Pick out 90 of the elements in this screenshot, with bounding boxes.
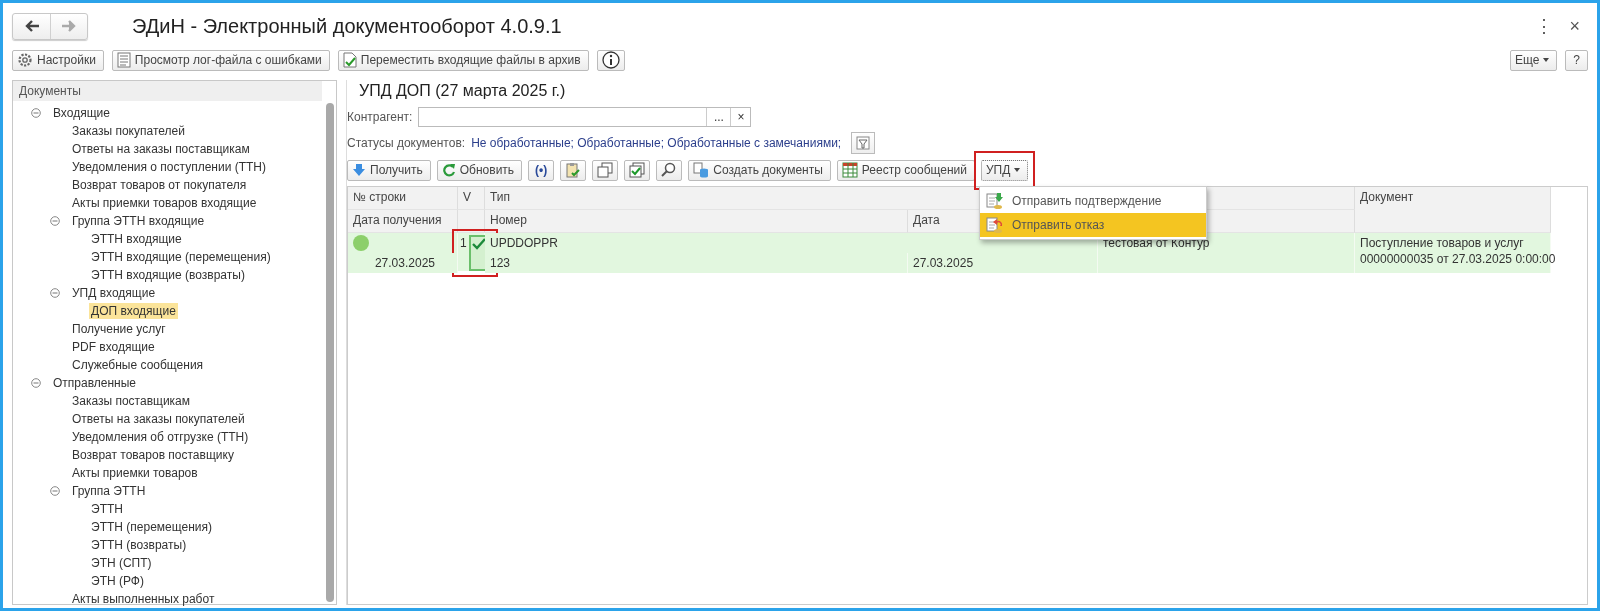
caret-icon [1543, 58, 1550, 62]
database-icon [693, 162, 710, 178]
table-icon [841, 162, 858, 178]
table-cell: UPDDOPPR [485, 233, 1098, 253]
clipboard-icon [565, 162, 582, 178]
table-cell-text: 1 [460, 235, 466, 252]
tree-item[interactable]: Акты приемки товаров входящие [70, 195, 259, 211]
tree-item[interactable]: ЭТН (СПТ) [89, 555, 154, 571]
tree-item[interactable]: PDF входящие [70, 339, 157, 355]
tree-item[interactable]: ЭТТН входящие (возвраты) [89, 267, 247, 283]
tree-item[interactable]: ЭТТН (перемещения) [89, 519, 214, 535]
tree-item[interactable]: УПД входящие [70, 285, 158, 301]
menu-item[interactable]: Отправить отказ [980, 212, 1206, 237]
window-title: ЭДиН - Электронный документооборот 4.0.9.1 [132, 14, 563, 38]
collapse-icon[interactable] [50, 486, 60, 496]
info-button[interactable] [596, 49, 625, 71]
tree-item[interactable]: ЭТТН (возвраты) [89, 537, 189, 553]
collapse-icon[interactable] [31, 378, 41, 388]
tree-item[interactable]: Ответы на заказы поставщикам [70, 141, 252, 157]
column-header[interactable]: Дата получения [348, 210, 458, 233]
toolbar-button[interactable]: Настройки [12, 49, 104, 71]
collapse-icon[interactable] [50, 288, 60, 298]
tree-item[interactable]: Возврат товаров поставщику [70, 447, 236, 463]
toolbar-button[interactable]: Переместить входящие файлы в архив [337, 49, 589, 71]
table-cell: 27.03.2025 [908, 253, 1098, 273]
tree-item[interactable]: Возврат товаров от покупателя [70, 177, 249, 193]
gear-icon [17, 52, 33, 68]
list-icon [116, 52, 131, 68]
tree-item[interactable]: Отправленные [51, 375, 138, 391]
close-button[interactable]: × [1561, 15, 1588, 37]
column-header[interactable]: № строки [348, 187, 458, 210]
document-arrow-icon [986, 191, 1004, 210]
tree-item[interactable]: ЭТТН входящие [89, 231, 184, 247]
info-icon [601, 51, 620, 69]
tree-item[interactable]: Ответы на заказы покупателей [70, 411, 247, 427]
icon-button[interactable] [656, 159, 683, 181]
tree-item[interactable]: Заказы покупателей [70, 123, 187, 139]
form-title: УПД ДОП (27 марта 2025 г.) [358, 81, 567, 101]
search-icon [661, 162, 678, 178]
field-label: Статусы документов: [347, 136, 466, 150]
tree-item[interactable]: ДОП входящие [89, 303, 178, 319]
tree-item[interactable]: Входящие [51, 105, 112, 121]
copy-icon [597, 162, 614, 178]
icon-button[interactable] [624, 159, 651, 181]
filter-icon [856, 136, 871, 150]
document-check-icon [342, 52, 357, 68]
check-icon [472, 238, 486, 250]
action-button[interactable]: Создать документы [688, 159, 831, 181]
tree-item[interactable]: Уведомления об отгрузке (ТТН) [70, 429, 251, 445]
dropdown-button[interactable]: УПД [981, 159, 1029, 181]
caret-icon [1014, 168, 1021, 172]
table-cell: тестовая от Контур [1098, 233, 1355, 273]
table-cell: 27.03.2025 [348, 253, 458, 273]
toolbar-button[interactable]: Просмотр лог-файла с ошибками [111, 49, 330, 71]
panel-header: Документы [13, 81, 322, 101]
tree-item[interactable]: Акты выполненных работ [70, 591, 217, 607]
field-label: Контрагент: [347, 110, 413, 124]
menu-button[interactable]: ⋮ [1527, 15, 1562, 37]
tree-item[interactable]: ЭТТН [89, 501, 125, 517]
tree-item[interactable]: ЭТН (РФ) [89, 573, 146, 589]
column-header[interactable]: Номер [485, 210, 908, 233]
checkbox-icon [629, 162, 646, 178]
icon-button[interactable] [560, 159, 587, 181]
action-button[interactable]: Реестр сообщений [836, 159, 975, 181]
column-header[interactable]: Документ [1355, 187, 1551, 233]
collapse-icon[interactable] [50, 216, 60, 226]
filter-button[interactable] [851, 132, 876, 154]
refresh-icon [441, 163, 456, 177]
tree-item[interactable]: Служебные сообщения [70, 357, 206, 373]
action-button[interactable]: Получить [347, 159, 431, 181]
action-button[interactable]: Обновить [436, 159, 523, 181]
back-arrow-icon [23, 18, 40, 34]
counterparty-field[interactable]: ... × [418, 107, 752, 127]
tree-item[interactable]: Заказы поставщикам [70, 393, 193, 409]
status-filter-link[interactable]: Не обработанные; Обработанные; Обработанные с замечаниями; [471, 136, 842, 150]
tree-item[interactable]: Группа ЭТТН [70, 483, 148, 499]
document-arrow-icon [986, 215, 1004, 234]
down-arrow-icon [352, 163, 366, 177]
action-button[interactable]: (•) [528, 159, 555, 181]
help-button[interactable]: ? [1565, 49, 1588, 71]
column-header[interactable]: V [458, 187, 485, 210]
collapse-icon[interactable] [31, 108, 41, 118]
tree-item[interactable]: ЭТТН входящие (перемещения) [89, 249, 273, 265]
more-button[interactable]: Еще [1509, 49, 1558, 71]
tree-item[interactable]: Получение услуг [70, 321, 168, 337]
forward-arrow-icon [61, 18, 77, 34]
tree-item[interactable]: Группа ЭТТН входящие [70, 213, 207, 229]
table-cell: 123 [485, 253, 908, 273]
tree-item[interactable]: Уведомления о поступлении (ТТН) [70, 159, 269, 175]
tree-item[interactable]: Акты приемки товаров [70, 465, 200, 481]
